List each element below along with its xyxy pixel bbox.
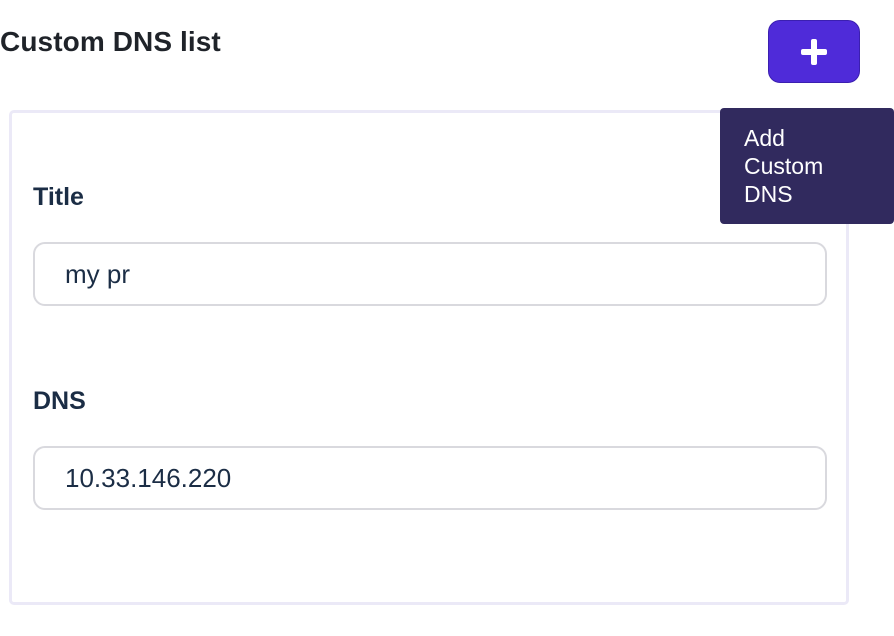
dns-field-label: DNS: [33, 387, 86, 415]
title-input[interactable]: [33, 242, 827, 306]
dns-input[interactable]: [33, 446, 827, 510]
title-field-label: Title: [33, 183, 84, 211]
page: Custom DNS list Title DNS Add Custom DNS: [0, 0, 894, 636]
plus-icon: [801, 38, 827, 65]
add-custom-dns-tooltip: Add Custom DNS: [720, 108, 894, 224]
add-custom-dns-button[interactable]: [768, 20, 860, 83]
page-title: Custom DNS list: [0, 26, 221, 57]
